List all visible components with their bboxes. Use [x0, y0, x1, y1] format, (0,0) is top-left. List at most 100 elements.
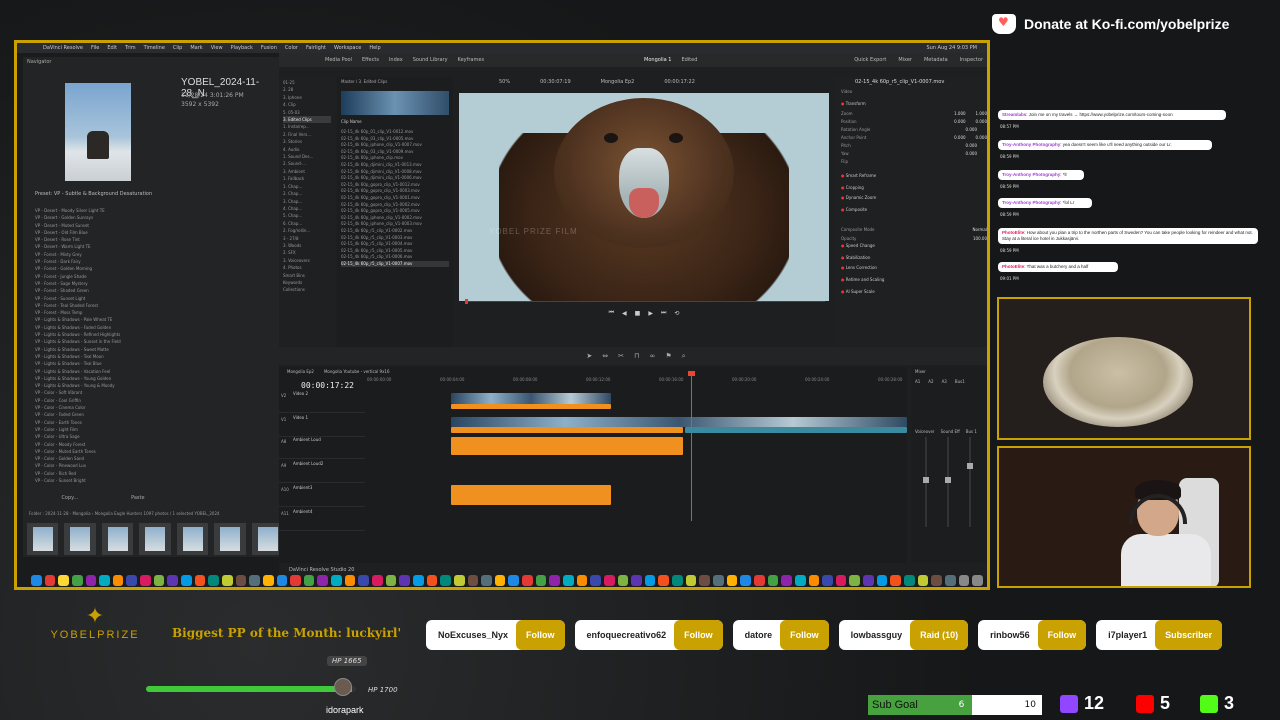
inspector-value-x[interactable]: 0.000	[954, 135, 965, 140]
viewer-scrubber[interactable]	[465, 299, 825, 304]
bin-item[interactable]: 3. Edited Clips	[283, 116, 331, 124]
preset-item[interactable]: VP - Desert - Rose Tint	[35, 236, 171, 243]
preset-item[interactable]: VP - Color - Golden Sand	[35, 455, 171, 462]
inspector-value-x[interactable]: 1.000	[954, 111, 965, 116]
dock-app-icon[interactable]	[617, 574, 629, 586]
inspector-tab-video[interactable]: Video	[841, 89, 852, 94]
dock-app-icon[interactable]	[767, 574, 779, 586]
menu-mark[interactable]: Mark	[190, 45, 202, 51]
bin-item[interactable]: 4. Clip	[283, 101, 331, 108]
dock-app-icon[interactable]	[958, 574, 970, 586]
bin-item[interactable]: 4. Audio	[283, 146, 331, 153]
clip-list-item[interactable]: 02-15_4k 60p_djimini_clip_V1-0013.mov	[341, 162, 449, 169]
clip-list-item[interactable]: 02-15_4k 60p_djimini_clip_V1-0008.mov	[341, 169, 449, 176]
dock-app-icon[interactable]	[99, 574, 110, 586]
menu-app-name[interactable]: DaVinci Resolve	[43, 45, 83, 51]
timeline-clip-v2[interactable]	[451, 393, 611, 404]
filmstrip-thumbnail[interactable]	[64, 523, 96, 555]
inspector-value-x[interactable]: 0.000	[966, 143, 977, 148]
snap-icon[interactable]: ⊓	[634, 352, 639, 360]
clip-list-item[interactable]: 02-15_4k 60p_03_clip_V1-0009.mov	[341, 149, 449, 156]
dock-app-icon[interactable]	[549, 574, 560, 586]
dock-app-icon[interactable]	[863, 574, 874, 586]
dock-app-icon[interactable]	[85, 574, 97, 586]
dock-app-icon[interactable]	[562, 574, 574, 586]
inspector-button[interactable]: Inspector	[960, 57, 983, 63]
copy-button[interactable]: Copy...	[61, 495, 78, 501]
preset-item[interactable]: VP - Lights & Shadows - Sunset in the Fi…	[35, 338, 171, 345]
dock-app-icon[interactable]	[876, 574, 888, 586]
dock-app-icon[interactable]	[644, 574, 656, 586]
timeline-clip-v1[interactable]	[451, 417, 907, 427]
timeline-playhead[interactable]	[688, 371, 695, 521]
dock-app-icon[interactable]	[426, 574, 438, 586]
track-header[interactable]: V1 Video 1	[279, 415, 365, 437]
dock-app-icon[interactable]	[658, 574, 670, 586]
preset-item[interactable]: VP - Lights & Shadows - Teal Blue	[35, 360, 171, 367]
dock-app-icon[interactable]	[140, 574, 151, 586]
reverse-icon[interactable]: ◀	[622, 310, 627, 317]
bin-item[interactable]: 4. Chap...	[283, 205, 331, 212]
bin-item[interactable]: 3. Stories	[283, 138, 331, 145]
clip-list-item[interactable]: 02-15_4k 60p_gopro_clip_V1-0005.mov	[341, 208, 449, 215]
dock-app-icon[interactable]	[794, 574, 806, 586]
chat-username[interactable]: Troy-Anthony Photography	[1002, 142, 1060, 147]
dock-app-icon[interactable]	[262, 574, 274, 586]
dock-app-icon[interactable]	[781, 574, 792, 586]
dock-app-icon[interactable]	[713, 574, 724, 586]
dock-app-icon[interactable]	[71, 574, 83, 586]
dock-app-icon[interactable]	[412, 574, 424, 586]
dock-app-icon[interactable]	[440, 574, 451, 586]
tab-effects[interactable]: Effects	[362, 57, 379, 63]
dock-app-icon[interactable]	[372, 574, 383, 586]
timeline-clip-v1-audio[interactable]	[451, 427, 683, 433]
timeline-clip-ambient-loud[interactable]	[451, 437, 683, 455]
dock-app-icon[interactable]	[276, 574, 288, 586]
preset-item[interactable]: VP - Desert - Golden Sunrays	[35, 214, 171, 221]
link-icon[interactable]: ∞	[650, 352, 656, 360]
preset-item[interactable]: VP - Color - Pinewood Lux	[35, 462, 171, 469]
bin-item[interactable]: Collections	[283, 286, 331, 293]
clip-list-item[interactable]: 02-15_4k 60p_gopro_clip_V1-0002.mov	[341, 202, 449, 209]
dock-app-icon[interactable]	[467, 574, 479, 586]
dock-app-icon[interactable]	[235, 574, 247, 586]
flag-icon[interactable]: ⚑	[665, 352, 671, 360]
preset-item[interactable]: VP - Color - Earth Tones	[35, 419, 171, 426]
inspector-value-x[interactable]: 0.000	[966, 127, 977, 132]
tab-sound-library[interactable]: Sound Library	[413, 57, 448, 63]
bin-item[interactable]: 1. Insta/rep...	[283, 123, 331, 130]
clip-list-item[interactable]: 02-15_4k 60p_gopro_clip_V1-0012.mov	[341, 182, 449, 189]
dock-app-icon[interactable]	[740, 574, 751, 586]
clip-list-item[interactable]: 02-15_4k 60p_gopro_clip_V1-0003.mov	[341, 188, 449, 195]
mixer-fader[interactable]	[969, 437, 971, 527]
clip-list-item[interactable]: 02-15_4k 60p_r5_clip_V1-0005.mov	[341, 248, 449, 255]
clip-list-item[interactable]: 02-15_4k 60p_r5_clip_V1-0003.mov	[341, 235, 449, 242]
chat-username[interactable]: Troy-Anthony Photography	[1002, 172, 1060, 177]
fader-knob[interactable]	[923, 477, 929, 483]
preset-item[interactable]: VP - Forest - Sage Mystery	[35, 280, 171, 287]
filmstrip-thumbnail[interactable]	[101, 523, 134, 555]
dock-app-icon[interactable]	[453, 574, 465, 586]
opacity-value[interactable]: 100.00	[973, 236, 987, 241]
tab-keyframes[interactable]: Keyframes	[458, 57, 485, 63]
dock-app-icon[interactable]	[249, 574, 260, 586]
preset-item[interactable]: VP - Desert - Muted Sunset	[35, 222, 171, 229]
dock-app-icon[interactable]	[576, 574, 588, 586]
dock-app-icon[interactable]	[508, 574, 520, 586]
dock-app-icon[interactable]	[944, 574, 956, 586]
preset-item[interactable]: VP - Forest - Dark Fairy	[35, 258, 171, 265]
timeline-ruler[interactable]: 00:00:00:00 00:00:04:00 00:00:08:00 00:00:1…	[367, 377, 907, 387]
metadata-button[interactable]: Metadata	[924, 57, 948, 63]
track-header[interactable]: A11 Ambient4	[279, 509, 365, 531]
dock-app-icon[interactable]	[44, 574, 56, 586]
dock-app-icon[interactable]	[603, 574, 615, 586]
dock-app-icon[interactable]	[890, 574, 901, 586]
preset-item[interactable]: VP - Forest - Teal Shaded Forest	[35, 302, 171, 309]
dock-app-icon[interactable]	[753, 574, 765, 586]
selection-tool-icon[interactable]: ➤	[586, 352, 592, 360]
menu-view[interactable]: View	[211, 45, 223, 51]
dock-app-icon[interactable]	[303, 574, 315, 586]
track-header[interactable]: A9 Ambient Loud2	[279, 461, 365, 483]
bin-item[interactable]: 2. Chap...	[283, 190, 331, 197]
clip-list-item[interactable]: 02-15_4k 60p_r5_clip_V1-0004.mov	[341, 241, 449, 248]
